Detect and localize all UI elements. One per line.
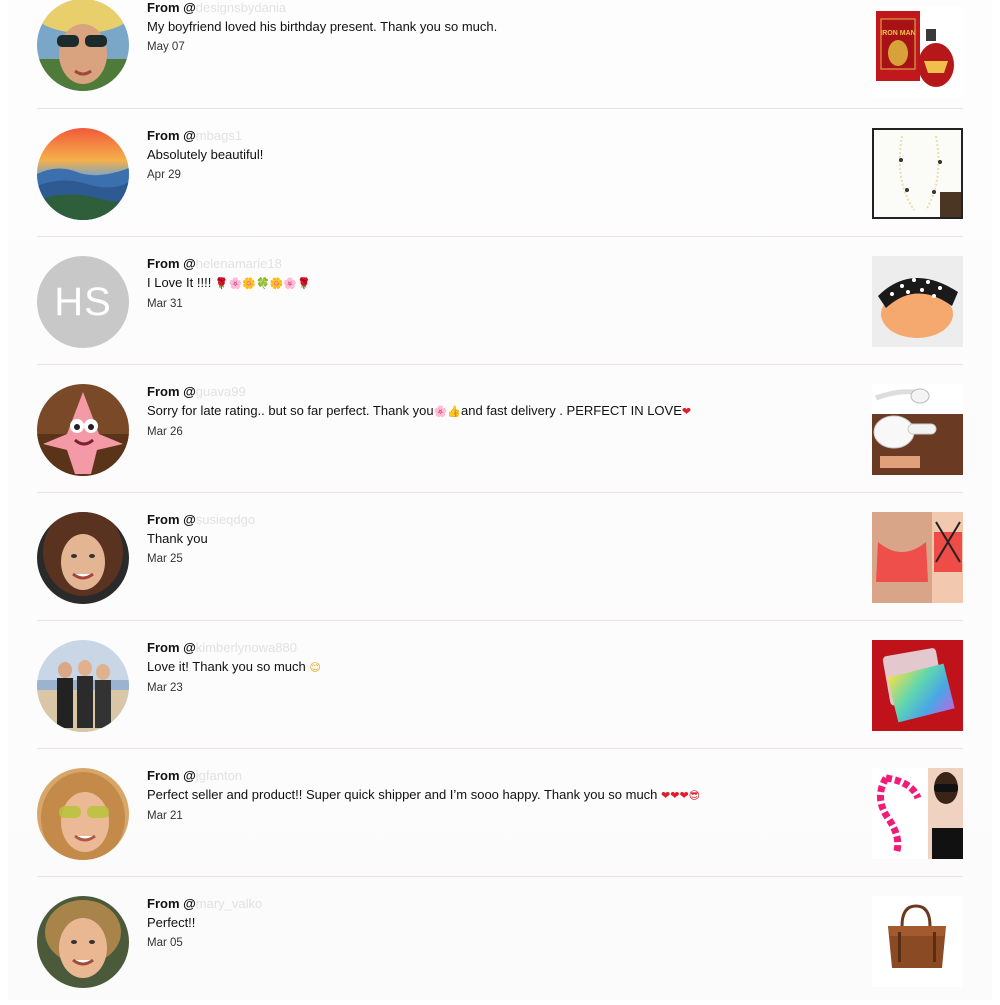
product-thumbnail[interactable] bbox=[872, 512, 963, 603]
product-thumbnail[interactable] bbox=[872, 128, 963, 219]
flower-emoji-icons: 🌹🌸🌼🍀🌼🌸🌹 bbox=[214, 277, 311, 290]
review-body: From @mbags1 Absolutely beautiful! Apr 2… bbox=[147, 128, 847, 181]
review-body: From @kimberlynowa880 Love it! Thank you… bbox=[147, 640, 847, 694]
comment-text-part2: and fast delivery . PERFECT IN LOVE bbox=[461, 403, 682, 418]
reviewer-handle[interactable]: jgfanton bbox=[196, 768, 242, 783]
review-body: From @susieqdgo Thank you Mar 25 bbox=[147, 512, 847, 565]
reviewer-avatar[interactable] bbox=[37, 896, 129, 988]
review-body: From @designsbydania My boyfriend loved … bbox=[147, 0, 847, 53]
reviewer-handle[interactable]: kimberlynowa880 bbox=[196, 640, 297, 655]
reviewer-handle[interactable]: guava99 bbox=[196, 384, 246, 399]
from-label: From @ bbox=[147, 512, 196, 527]
comment-text-part1: Sorry for late rating.. but so far perfe… bbox=[147, 403, 434, 418]
reviewer-avatar[interactable] bbox=[37, 384, 129, 476]
review-item: From @guava99 Sorry for late rating.. bu… bbox=[37, 365, 963, 493]
from-label: From @ bbox=[147, 256, 196, 271]
review-from: From @helenamarie18 bbox=[147, 256, 847, 272]
svg-text:IRON MAN: IRON MAN bbox=[880, 30, 915, 37]
review-comment: Love it! Thank you so much 😊 bbox=[147, 658, 847, 677]
reviewer-avatar[interactable] bbox=[37, 0, 129, 91]
review-comment: I Love It !!!! 🌹🌸🌼🍀🌼🌸🌹 bbox=[147, 274, 847, 293]
heart-emoji-icon: ❤ bbox=[681, 405, 692, 418]
review-list: From @designsbydania My boyfriend loved … bbox=[37, 0, 963, 1005]
review-comment: Sorry for late rating.. but so far perfe… bbox=[147, 402, 847, 421]
reviewer-avatar[interactable] bbox=[37, 768, 129, 860]
review-from: From @mbags1 bbox=[147, 128, 847, 144]
review-comment: My boyfriend loved his birthday present.… bbox=[147, 19, 498, 34]
review-body: From @jgfanton Perfect seller and produc… bbox=[147, 768, 847, 822]
from-label: From @ bbox=[147, 128, 196, 143]
review-date: Mar 23 bbox=[147, 682, 183, 694]
product-thumbnail[interactable] bbox=[872, 768, 963, 859]
review-item: From @designsbydania My boyfriend loved … bbox=[37, 0, 963, 109]
from-label: From @ bbox=[147, 640, 196, 655]
review-comment: Perfect seller and product!! Super quick… bbox=[147, 786, 847, 805]
review-item: HS From @helenamarie18 I Love It !!!! 🌹🌸… bbox=[37, 237, 963, 365]
review-item: From @mary_valko Perfect!! Mar 05 bbox=[37, 877, 963, 1005]
review-body: From @guava99 Sorry for late rating.. bu… bbox=[147, 384, 847, 438]
reviewer-avatar[interactable] bbox=[37, 640, 129, 732]
review-body: From @mary_valko Perfect!! Mar 05 bbox=[147, 896, 847, 949]
from-label: From @ bbox=[147, 0, 196, 15]
smile-emoji-icon: 😊 bbox=[309, 661, 321, 674]
reviewer-avatar[interactable] bbox=[37, 512, 129, 604]
comment-text: I Love It !!!! bbox=[147, 275, 215, 290]
reviewer-handle[interactable]: helenamarie18 bbox=[196, 256, 282, 271]
product-thumbnail[interactable] bbox=[872, 896, 963, 987]
review-date: Mar 26 bbox=[147, 426, 183, 438]
review-from: From @kimberlynowa880 bbox=[147, 640, 847, 656]
comment-text: Love it! Thank you so much bbox=[147, 659, 310, 674]
review-date: Mar 21 bbox=[147, 810, 183, 822]
reviewer-avatar[interactable] bbox=[37, 128, 129, 220]
reviewer-handle[interactable]: susieqdgo bbox=[196, 512, 255, 527]
review-from: From @susieqdgo bbox=[147, 512, 847, 528]
product-thumbnail[interactable] bbox=[872, 640, 963, 731]
product-thumbnail[interactable] bbox=[872, 384, 963, 475]
flower-thumbs-up-emoji-icons: 🌸👍 bbox=[433, 405, 462, 418]
review-date: Mar 31 bbox=[147, 298, 183, 310]
review-date: Apr 29 bbox=[147, 169, 181, 181]
reviewer-handle[interactable]: designsbydania bbox=[196, 0, 286, 15]
from-label: From @ bbox=[147, 384, 196, 399]
review-body: From @helenamarie18 I Love It !!!! 🌹🌸🌼🍀🌼… bbox=[147, 256, 847, 310]
review-from: From @designsbydania bbox=[147, 0, 847, 16]
review-date: May 07 bbox=[147, 41, 185, 53]
review-from: From @mary_valko bbox=[147, 896, 847, 912]
avatar-initials: HS bbox=[54, 279, 112, 324]
review-item: From @susieqdgo Thank you Mar 25 bbox=[37, 493, 963, 621]
review-comment: Thank you bbox=[147, 531, 208, 546]
review-item: From @mbags1 Absolutely beautiful! Apr 2… bbox=[37, 109, 963, 237]
from-label: From @ bbox=[147, 896, 196, 911]
hearts-sunglasses-emoji-icons: ❤❤❤😎 bbox=[661, 789, 701, 802]
reviewer-handle[interactable]: mbags1 bbox=[196, 128, 242, 143]
reviewer-avatar[interactable]: HS bbox=[37, 256, 129, 348]
reviewer-handle[interactable]: mary_valko bbox=[196, 896, 262, 911]
product-thumbnail[interactable]: IRON MAN bbox=[872, 7, 963, 98]
review-date: Mar 05 bbox=[147, 937, 183, 949]
review-date: Mar 25 bbox=[147, 553, 183, 565]
review-from: From @jgfanton bbox=[147, 768, 847, 784]
comment-text: Perfect seller and product!! Super quick… bbox=[147, 787, 662, 802]
review-from: From @guava99 bbox=[147, 384, 847, 400]
from-label: From @ bbox=[147, 768, 196, 783]
review-item: From @jgfanton Perfect seller and produc… bbox=[37, 749, 963, 877]
review-comment: Perfect!! bbox=[147, 915, 196, 930]
product-thumbnail[interactable] bbox=[872, 256, 963, 347]
review-item: From @kimberlynowa880 Love it! Thank you… bbox=[37, 621, 963, 749]
review-comment: Absolutely beautiful! bbox=[147, 147, 264, 162]
